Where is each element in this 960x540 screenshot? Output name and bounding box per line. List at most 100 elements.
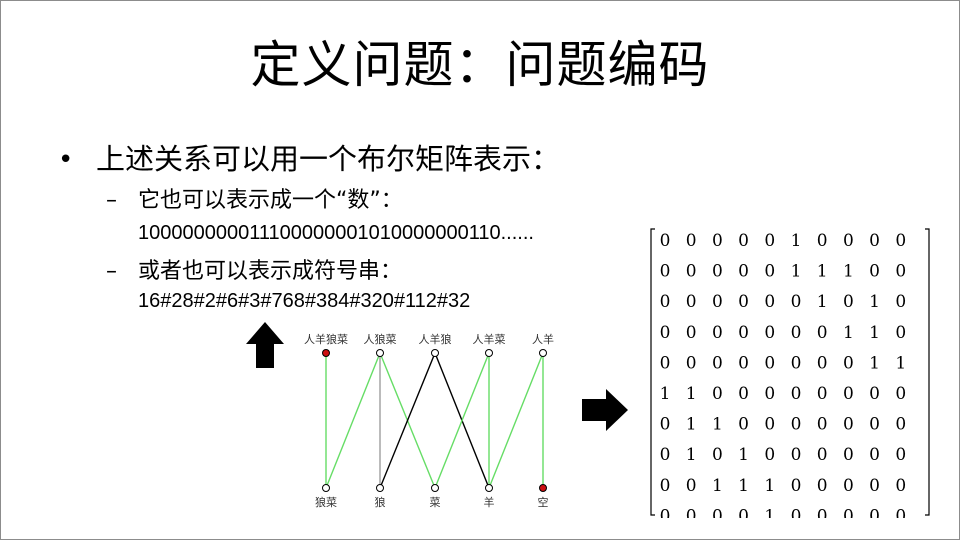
state-graph-diagram: 人羊狼菜 人狼菜 人羊狼 人羊菜 人羊狼菜狼菜羊空 bbox=[304, 332, 554, 509]
matrix-cell: 0 bbox=[686, 353, 697, 373]
matrix-cell: 0 bbox=[869, 415, 880, 435]
matrix-cell: 0 bbox=[791, 445, 802, 465]
matrix-cell: 0 bbox=[791, 415, 802, 435]
matrix-cell: 1 bbox=[817, 292, 828, 312]
matrix-cell: 1 bbox=[686, 415, 697, 435]
graph-node-top-label: 人羊菜 bbox=[473, 332, 506, 346]
matrix-cell: 0 bbox=[764, 415, 775, 435]
matrix-cell: 0 bbox=[869, 506, 880, 518]
matrix-cell: 0 bbox=[869, 476, 880, 496]
matrix-cell: 1 bbox=[869, 323, 880, 343]
matrix-cell: 0 bbox=[895, 384, 906, 404]
matrix-cell: 0 bbox=[686, 292, 697, 312]
matrix-cell: 0 bbox=[843, 415, 854, 435]
matrix-cell: 0 bbox=[660, 231, 671, 251]
matrix-cell: 0 bbox=[895, 323, 906, 343]
matrix-cell: 1 bbox=[791, 262, 802, 282]
matrix-cell: 0 bbox=[660, 323, 671, 343]
matrix-cell: 0 bbox=[817, 415, 828, 435]
graph-node-top bbox=[485, 349, 493, 357]
sub-bullet-dash: – bbox=[106, 188, 117, 213]
matrix-cell: 0 bbox=[686, 262, 697, 282]
matrix-cell: 1 bbox=[712, 476, 723, 496]
matrix-cell: 0 bbox=[895, 262, 906, 282]
matrix-cell: 0 bbox=[712, 506, 723, 518]
matrix-cell: 0 bbox=[764, 292, 775, 312]
matrix-cell: 0 bbox=[817, 323, 828, 343]
matrix-cell: 0 bbox=[869, 445, 880, 465]
matrix-cell: 0 bbox=[791, 384, 802, 404]
slide-title: 定义问题：问题编码 bbox=[250, 36, 710, 94]
matrix-cell: 1 bbox=[817, 262, 828, 282]
matrix-cell: 0 bbox=[843, 445, 854, 465]
matrix-cell: 0 bbox=[660, 445, 671, 465]
sub-bullet-dash: – bbox=[106, 259, 117, 284]
matrix-cell: 0 bbox=[895, 445, 906, 465]
matrix-cell: 0 bbox=[764, 323, 775, 343]
matrix-cell: 0 bbox=[712, 231, 723, 251]
matrix-cell: 0 bbox=[738, 353, 749, 373]
matrix-cell: 1 bbox=[660, 384, 671, 404]
graph-node-bottom bbox=[376, 484, 384, 492]
matrix-cell: 0 bbox=[869, 384, 880, 404]
matrix-cell: 0 bbox=[869, 262, 880, 282]
matrix-cell: 0 bbox=[817, 384, 828, 404]
matrix-cell: 0 bbox=[791, 323, 802, 343]
matrix-cell: 0 bbox=[660, 262, 671, 282]
graph-node-top bbox=[376, 349, 384, 357]
sub-bullet-2-detail: 16#28#2#6#3#768#384#320#112#32 bbox=[138, 290, 471, 312]
matrix-cell: 0 bbox=[817, 353, 828, 373]
matrix-cell: 0 bbox=[843, 476, 854, 496]
matrix-cell: 0 bbox=[738, 506, 749, 518]
matrix-cell: 0 bbox=[764, 262, 775, 282]
matrix-cell: 1 bbox=[895, 353, 906, 373]
matrix-cell: 0 bbox=[895, 292, 906, 312]
matrix-cell: 0 bbox=[738, 231, 749, 251]
matrix-cell: 1 bbox=[791, 231, 802, 251]
graph-node-top bbox=[539, 349, 547, 357]
matrix-cell: 0 bbox=[738, 323, 749, 343]
sub-bullet-1-text: 它也可以表示成一个“数”： bbox=[138, 188, 403, 213]
right-arrow-icon bbox=[582, 389, 628, 431]
sub-bullet-1-detail: 100000000011100000001010000000110...... bbox=[138, 222, 534, 244]
matrix-cell: 0 bbox=[712, 384, 723, 404]
matrix-cell: 0 bbox=[738, 415, 749, 435]
graph-node-bottom-label: 羊 bbox=[484, 495, 495, 509]
matrix-cell: 0 bbox=[686, 476, 697, 496]
matrix-cell: 0 bbox=[817, 506, 828, 518]
matrix-cell: 0 bbox=[738, 384, 749, 404]
matrix-cell: 1 bbox=[738, 476, 749, 496]
matrix-cell: 0 bbox=[764, 353, 775, 373]
graph-node-bottom bbox=[485, 484, 493, 492]
matrix-cell: 0 bbox=[791, 506, 802, 518]
graph-node-bottom-label: 狼 bbox=[375, 495, 386, 509]
graph-node-top bbox=[322, 349, 330, 357]
matrix-cell: 1 bbox=[764, 476, 775, 496]
graph-node-top bbox=[431, 349, 439, 357]
graph-node-top-label: 人羊狼 bbox=[419, 332, 452, 346]
matrix-cell: 0 bbox=[738, 292, 749, 312]
matrix-cell: 0 bbox=[764, 445, 775, 465]
matrix-cell: 0 bbox=[843, 506, 854, 518]
matrix-cell: 1 bbox=[869, 353, 880, 373]
matrix-right-bracket bbox=[925, 228, 930, 516]
bullet-dot: • bbox=[58, 145, 74, 175]
matrix-cell: 0 bbox=[791, 353, 802, 373]
matrix-cell: 0 bbox=[843, 231, 854, 251]
matrix-cell: 0 bbox=[791, 292, 802, 312]
matrix-cell: 0 bbox=[738, 262, 749, 282]
graph-node-bottom bbox=[539, 484, 547, 492]
graph-node-top-label: 人羊 bbox=[532, 332, 554, 346]
matrix-cell: 0 bbox=[660, 476, 671, 496]
graph-node-top-label: 人羊狼菜 bbox=[304, 332, 348, 346]
matrix-cell: 0 bbox=[843, 292, 854, 312]
up-arrow-icon bbox=[246, 322, 284, 368]
matrix-cell: 0 bbox=[712, 445, 723, 465]
matrix-cell: 0 bbox=[895, 415, 906, 435]
matrix-cell: 1 bbox=[712, 415, 723, 435]
matrix-cell: 1 bbox=[843, 323, 854, 343]
matrix-cell: 0 bbox=[895, 231, 906, 251]
graph-node-bottom-label: 狼菜 bbox=[315, 495, 337, 509]
matrix-left-bracket bbox=[650, 228, 655, 516]
graph-edge bbox=[325, 352, 381, 489]
